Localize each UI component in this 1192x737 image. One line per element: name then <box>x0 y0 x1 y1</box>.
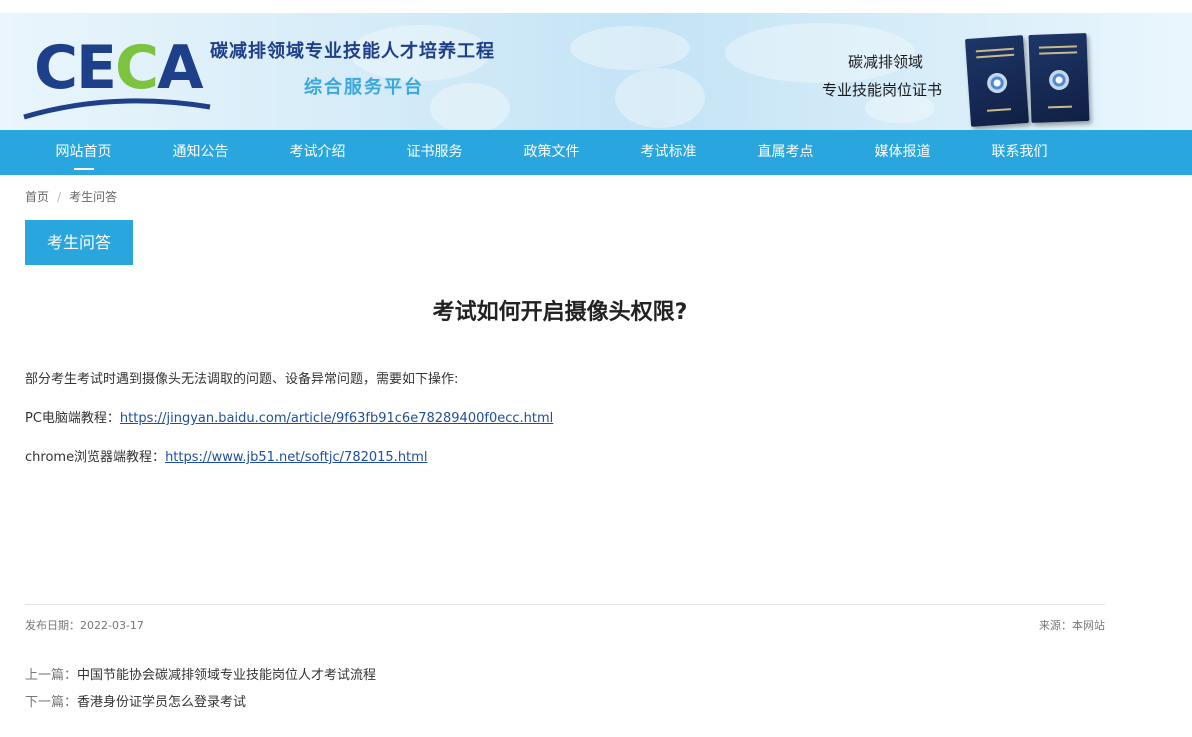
chrome-tutorial-link[interactable]: https://www.jb51.net/softjc/782015.html <box>165 450 427 465</box>
nav-item-test-centers[interactable]: 直属考点 <box>727 130 844 175</box>
prev-article-label: 上一篇： <box>25 668 78 683</box>
nav-item-exam-intro[interactable]: 考试介绍 <box>259 130 376 175</box>
breadcrumb-home-link[interactable]: 首页 <box>25 190 49 204</box>
nav-item-home[interactable]: 网站首页 <box>25 130 142 175</box>
certificate-book-image <box>1028 33 1090 123</box>
breadcrumb: 首页 / 考生问答 <box>25 188 117 205</box>
certificate-book-image <box>965 35 1029 127</box>
category-badge[interactable]: 考生问答 <box>25 220 133 265</box>
breadcrumb-current: 考生问答 <box>69 190 118 204</box>
nav-item-notices[interactable]: 通知公告 <box>142 130 259 175</box>
meta-divider <box>25 604 1105 605</box>
publish-date: 发布日期：2022-03-17 <box>25 619 144 632</box>
article-pc-tutorial: PC电脑端教程：https://jingyan.baidu.com/articl… <box>25 407 553 426</box>
logo-swoosh <box>23 98 211 120</box>
top-strip <box>0 0 1192 13</box>
next-article: 下一篇：香港身份证学员怎么登录考试 <box>25 691 246 710</box>
article-chrome-tutorial: chrome浏览器端教程：https://www.jb51.net/softjc… <box>25 446 427 465</box>
prev-article-link[interactable]: 中国节能协会碳减排领域专业技能岗位人才考试流程 <box>77 668 376 683</box>
pc-tutorial-link[interactable]: https://jingyan.baidu.com/article/9f63fb… <box>120 411 553 426</box>
nav-item-contact-us[interactable]: 联系我们 <box>961 130 1078 175</box>
nav-item-policy-documents[interactable]: 政策文件 <box>493 130 610 175</box>
chrome-tutorial-label: chrome浏览器端教程： <box>25 450 166 465</box>
article-intro: 部分考生考试时遇到摄像头无法调取的问题、设备异常问题，需要如下操作: <box>25 372 459 387</box>
certificate-title-line1: 碳减排领域 <box>848 53 924 71</box>
pc-tutorial-label: PC电脑端教程： <box>25 411 120 426</box>
next-article-link[interactable]: 香港身份证学员怎么登录考试 <box>77 695 246 710</box>
article-source: 来源：本网站 <box>1039 619 1105 632</box>
breadcrumb-separator: / <box>57 190 62 204</box>
main-nav: 网站首页 通知公告 考试介绍 证书服务 政策文件 考试标准 直属考点 媒体报道 … <box>0 130 1192 175</box>
prev-article: 上一篇：中国节能协会碳减排领域专业技能岗位人才考试流程 <box>25 664 376 683</box>
ceca-logo[interactable]: CECA <box>22 33 217 123</box>
nav-item-media-reports[interactable]: 媒体报道 <box>844 130 961 175</box>
site-subtitle: 综合服务平台 <box>304 77 424 98</box>
site-title: 碳减排领域专业技能人才培养工程 <box>210 41 495 62</box>
nav-item-exam-standards[interactable]: 考试标准 <box>610 130 727 175</box>
certificate-title-line2: 专业技能岗位证书 <box>822 81 943 99</box>
nav-item-certificate-service[interactable]: 证书服务 <box>376 130 493 175</box>
site-header: CECA 碳减排领域专业技能人才培养工程 综合服务平台 碳减排领域 专业技能岗位… <box>0 13 1192 130</box>
article-title: 考试如何开启摄像头权限? <box>432 300 688 325</box>
next-article-label: 下一篇： <box>25 695 78 710</box>
